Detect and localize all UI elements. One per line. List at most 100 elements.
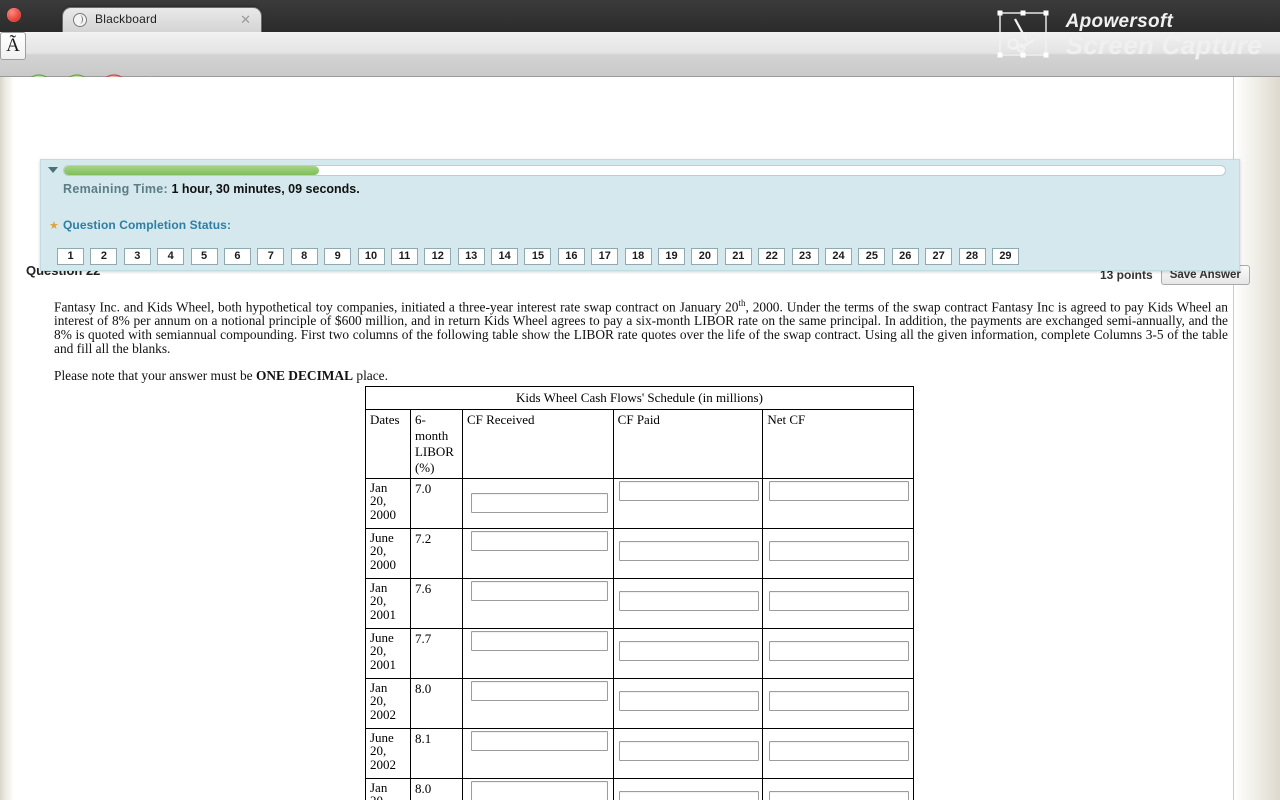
question-number-button-10[interactable]: 10 xyxy=(357,248,385,265)
cf-received-input-row-1[interactable] xyxy=(470,493,608,513)
cell-net-cf xyxy=(762,728,914,779)
question-number-button-4[interactable]: 4 xyxy=(157,248,185,265)
column-header-cf-received: CF Received xyxy=(461,409,614,479)
net-cf-input-row-1[interactable] xyxy=(769,481,910,501)
cell-cf-paid xyxy=(612,478,764,529)
cell-net-cf xyxy=(762,628,914,679)
cf-received-input-row-4[interactable] xyxy=(470,631,608,651)
question-number-button-8[interactable]: 8 xyxy=(290,248,318,265)
question-number-button-9[interactable]: 9 xyxy=(324,248,352,265)
question-number-button-18[interactable]: 18 xyxy=(624,248,652,265)
cf-paid-input-row-3[interactable] xyxy=(618,591,759,611)
net-cf-input-row-5[interactable] xyxy=(769,691,910,711)
question-number-button-21[interactable]: 21 xyxy=(724,248,752,265)
cash-flow-table: Kids Wheel Cash Flows' Schedule (in mill… xyxy=(365,386,914,800)
cf-received-input-row-2[interactable] xyxy=(470,531,608,551)
net-cf-input-row-7[interactable] xyxy=(769,791,910,800)
question-number-button-19[interactable]: 19 xyxy=(658,248,686,265)
window-close-button[interactable] xyxy=(7,8,21,22)
cell-cf-received xyxy=(461,728,614,779)
cell-cf-paid xyxy=(612,778,764,800)
tab-title: Blackboard xyxy=(95,12,158,26)
question-number-button-1[interactable]: 1 xyxy=(57,248,84,265)
cell-libor: 8.0 xyxy=(409,678,463,729)
cell-libor: 8.1 xyxy=(409,728,463,779)
cf-paid-input-row-6[interactable] xyxy=(618,741,759,761)
question-p2-part-b: place. xyxy=(353,367,388,383)
cell-net-cf xyxy=(762,578,914,629)
text-size-button[interactable]: Ã xyxy=(0,32,26,60)
table-data-rows: Jan 20, 2000 7.0 June 20, 2000 7.2 Jan 20, 2… xyxy=(365,478,914,800)
cf-paid-input-row-4[interactable] xyxy=(618,641,759,661)
question-number-button-7[interactable]: 7 xyxy=(257,248,285,265)
net-cf-input-row-6[interactable] xyxy=(769,741,910,761)
question-completion-status-link[interactable]: Question Completion Status: xyxy=(63,218,231,232)
question-number-button-5[interactable]: 5 xyxy=(190,248,218,265)
table-row: Jan 20, 20038.0 xyxy=(365,778,914,800)
question-paragraph-1: Fantasy Inc. and Kids Wheel, both hypoth… xyxy=(54,298,1228,356)
cell-cf-paid xyxy=(612,578,764,629)
question-number-button-25[interactable]: 25 xyxy=(858,248,886,265)
net-cf-input-row-4[interactable] xyxy=(769,641,910,661)
table-row: June 20, 2000 7.2 xyxy=(365,528,914,579)
table-caption: Kids Wheel Cash Flows' Schedule (in mill… xyxy=(365,386,914,410)
question-number-button-28[interactable]: 28 xyxy=(958,248,986,265)
question-number-button-29[interactable]: 29 xyxy=(991,248,1019,265)
close-icon[interactable]: ✕ xyxy=(240,12,251,27)
question-number-button-11[interactable]: 11 xyxy=(390,248,418,265)
question-p2-part-a: Please note that your answer must be xyxy=(54,367,256,383)
cf-received-input-row-5[interactable] xyxy=(470,681,608,701)
globe-favicon-icon xyxy=(73,13,87,27)
cell-date: June 20, 2000 xyxy=(365,528,411,579)
question-number-button-26[interactable]: 26 xyxy=(891,248,919,265)
cf-paid-input-row-7[interactable] xyxy=(618,791,759,800)
question-number-list: 1 2 3 4 5 6 7 8 9 10 11 12 13 14 15 16 17 18 19 20 21 22 23 24 2… xyxy=(57,248,1019,265)
question-number-button-2[interactable]: 2 xyxy=(90,248,118,265)
table-row: Jan 20, 2002 8.0 xyxy=(365,678,914,729)
question-number-button-6[interactable]: 6 xyxy=(223,248,251,265)
cell-date: Jan 20, 2001 xyxy=(365,578,411,629)
net-cf-input-row-3[interactable] xyxy=(769,591,910,611)
cf-paid-input-row-2[interactable] xyxy=(618,541,759,561)
remaining-time-value: 1 hour, 30 minutes, 09 seconds. xyxy=(171,182,360,196)
table-caption-row: Kids Wheel Cash Flows' Schedule (in mill… xyxy=(365,386,914,410)
column-header-cf-paid: CF Paid xyxy=(612,409,764,479)
question-number-button-27[interactable]: 27 xyxy=(925,248,953,265)
column-header-dates: Dates xyxy=(365,409,411,479)
question-number-button-20[interactable]: 20 xyxy=(691,248,719,265)
table-row: June 20, 2002 8.1 xyxy=(365,728,914,779)
cf-received-input-row-7[interactable] xyxy=(470,781,608,800)
cell-libor: 7.0 xyxy=(409,478,463,529)
question-number-button-14[interactable]: 14 xyxy=(491,248,519,265)
net-cf-input-row-2[interactable] xyxy=(769,541,910,561)
cf-received-input-row-6[interactable] xyxy=(470,731,608,751)
cell-cf-received xyxy=(461,578,614,629)
question-number-button-22[interactable]: 22 xyxy=(758,248,786,265)
question-number-button-17[interactable]: 17 xyxy=(591,248,619,265)
cf-paid-input-row-5[interactable] xyxy=(618,691,759,711)
question-paragraph-2: Please note that your answer must be ONE… xyxy=(54,367,1228,383)
cell-cf-received xyxy=(461,478,614,529)
one-decimal-emphasis: ONE DECIMAL xyxy=(255,367,354,383)
question-number-button-3[interactable]: 3 xyxy=(123,248,151,265)
question-number-button-12[interactable]: 12 xyxy=(424,248,452,265)
cf-paid-input-row-1[interactable] xyxy=(618,481,759,501)
browser-tab-blackboard[interactable]: Blackboard ✕ xyxy=(62,7,262,32)
cell-cf-received xyxy=(461,778,614,800)
question-number-button-16[interactable]: 16 xyxy=(557,248,585,265)
question-number-button-15[interactable]: 15 xyxy=(524,248,552,265)
test-progress-fill xyxy=(64,166,320,175)
column-header-libor: 6-month LIBOR (%) xyxy=(409,409,463,479)
cell-cf-paid xyxy=(612,678,764,729)
cell-libor: 7.2 xyxy=(409,528,463,579)
cell-net-cf xyxy=(762,478,914,529)
question-number-button-24[interactable]: 24 xyxy=(824,248,852,265)
question-p1-part-a: Fantasy Inc. and Kids Wheel, both hypoth… xyxy=(54,299,739,315)
chevron-down-icon[interactable] xyxy=(48,167,58,173)
question-number-button-23[interactable]: 23 xyxy=(791,248,819,265)
cf-received-input-row-3[interactable] xyxy=(470,581,608,601)
cell-cf-paid xyxy=(612,628,764,679)
column-header-net-cf: Net CF xyxy=(762,409,914,479)
cell-net-cf xyxy=(762,678,914,729)
question-number-button-13[interactable]: 13 xyxy=(457,248,485,265)
